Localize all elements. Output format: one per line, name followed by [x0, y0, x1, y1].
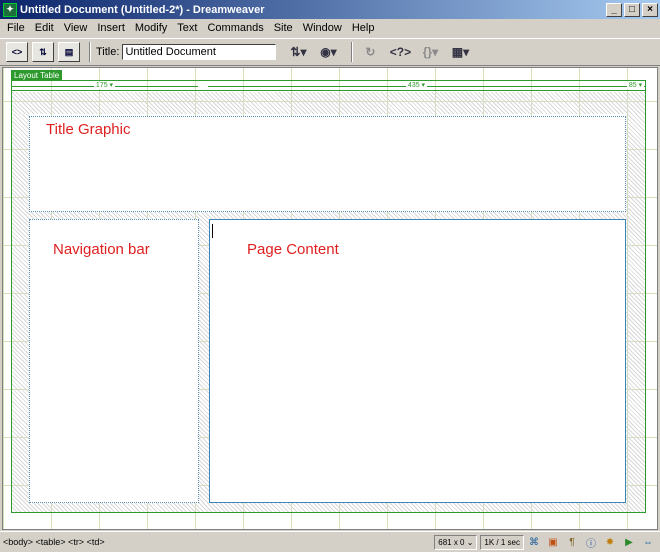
menu-file[interactable]: File — [2, 22, 30, 34]
minimize-button[interactable]: _ — [606, 2, 622, 17]
navigation-bar-label: Navigation bar — [53, 241, 150, 258]
tag-selector[interactable]: <body> <table> <tr> <td> — [0, 537, 434, 547]
menu-site[interactable]: Site — [269, 22, 298, 34]
dreamweaver-app-icon[interactable]: ✦ — [3, 2, 17, 17]
status-bar: <body> <table> <tr> <td> 681 x 0 ⌄ 1K / … — [0, 531, 660, 552]
menu-edit[interactable]: Edit — [30, 22, 59, 34]
column-width-2[interactable]: 435 ▾ — [208, 81, 625, 91]
document-toolbar: <> ⇅ ▤ Title: ⇅▾ ◉▾ ↻ <?> {}▾ ▦▾ — [0, 38, 660, 66]
view-options-icon[interactable]: ▦▾ — [448, 42, 472, 62]
page-content-label: Page Content — [247, 241, 339, 258]
code-inspector-icon[interactable]: ⇔ — [641, 535, 655, 549]
hatched-region-right — [626, 114, 645, 512]
navigation-bar-cell[interactable]: Navigation bar — [29, 219, 199, 503]
hatched-region-middle — [29, 212, 626, 219]
menu-help[interactable]: Help — [347, 22, 380, 34]
css-styles-icon[interactable]: ⓘ — [584, 535, 598, 550]
column-width-header: 175 ▾ 435 ▾ 85 ▾ — [11, 81, 646, 91]
menu-view[interactable]: View — [59, 22, 93, 34]
toolbar-separator — [351, 42, 354, 62]
hatched-region-bottom — [29, 503, 626, 512]
page-content-cell[interactable]: Page Content — [209, 219, 626, 503]
menu-commands[interactable]: Commands — [202, 22, 268, 34]
hatched-region-gutter — [199, 219, 209, 503]
window-size-field[interactable]: 681 x 0 ⌄ — [434, 534, 478, 550]
refresh-icon[interactable]: ↻ — [358, 42, 382, 62]
window-controls: _ □ × — [606, 2, 658, 17]
assets-icon[interactable]: ▣ — [546, 535, 560, 549]
code-view-icon[interactable]: <> — [6, 42, 28, 62]
hatched-region-left — [12, 114, 29, 512]
menu-insert[interactable]: Insert — [92, 22, 130, 34]
column-width-1-label: 175 ▾ — [93, 82, 116, 89]
title-label: Title: — [96, 46, 120, 58]
hatched-region-top — [12, 92, 645, 114]
html-styles-icon[interactable]: ¶ — [565, 535, 579, 549]
title-graphic-label: Title Graphic — [46, 121, 131, 138]
history-icon[interactable]: ▶ — [622, 535, 636, 549]
menu-modify[interactable]: Modify — [130, 22, 172, 34]
layout-table[interactable]: Title Graphic Navigation bar Page Conten… — [11, 80, 646, 513]
text-cursor — [212, 224, 213, 238]
design-view-icon[interactable]: ▤ — [58, 42, 80, 62]
file-management-icon[interactable]: ⇅▾ — [286, 42, 310, 62]
column-width-1[interactable]: 175 ▾ — [11, 81, 198, 91]
column-width-2-label: 435 ▾ — [405, 82, 428, 89]
code-navigation-icon[interactable]: {}▾ — [418, 42, 442, 62]
title-bar: ✦ Untitled Document (Untitled-2*) - Drea… — [0, 0, 660, 19]
window-title: Untitled Document (Untitled-2*) - Dreamw… — [20, 3, 265, 16]
column-width-3[interactable]: 85 ▾ — [625, 81, 646, 91]
document-design-view[interactable]: Layout Table Title Graphic Navigation ba… — [2, 67, 658, 530]
preview-browser-icon[interactable]: ◉▾ — [316, 42, 340, 62]
download-time-field: 1K / 1 sec — [480, 534, 524, 550]
menu-text[interactable]: Text — [172, 22, 202, 34]
page-title-input[interactable] — [122, 44, 277, 60]
menu-bar: File Edit View Insert Modify Text Comman… — [0, 19, 660, 37]
maximize-button[interactable]: □ — [624, 2, 640, 17]
title-graphic-cell[interactable]: Title Graphic — [29, 116, 626, 212]
behaviors-icon[interactable]: ✸ — [603, 535, 617, 549]
menu-window[interactable]: Window — [298, 22, 347, 34]
code-design-view-icon[interactable]: ⇅ — [32, 42, 54, 62]
close-button[interactable]: × — [642, 2, 658, 17]
column-width-3-label: 85 ▾ — [626, 82, 645, 89]
site-icon[interactable]: ⌘ — [527, 535, 541, 549]
reference-icon[interactable]: <?> — [388, 42, 412, 62]
toolbar-separator — [89, 42, 91, 62]
